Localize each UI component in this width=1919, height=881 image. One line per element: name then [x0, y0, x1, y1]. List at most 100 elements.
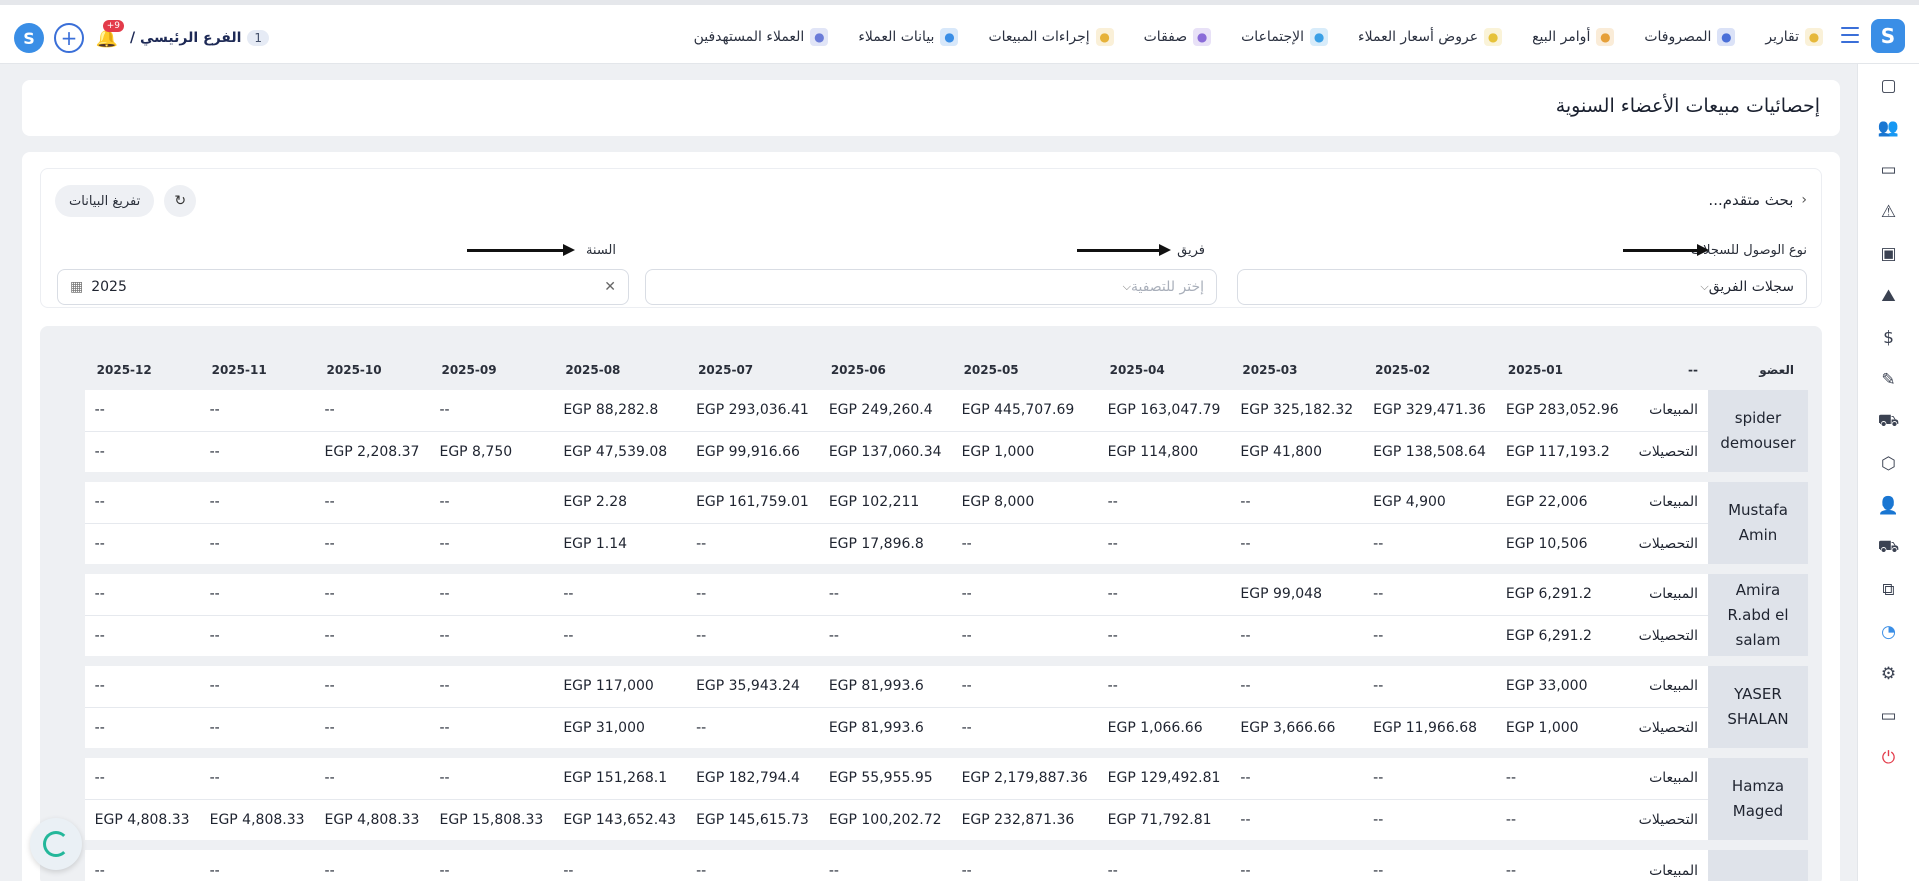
separator-cell: [85, 472, 1808, 482]
nav-item-8[interactable]: ● تقارير: [1765, 28, 1823, 46]
advanced-search-toggle[interactable]: ‹ بحث متقدم...: [1708, 191, 1807, 209]
sidebar-stats-icon[interactable]: ◔: [1877, 620, 1901, 644]
table-row: التحصيلات EGP 6,291.2 -- -- -- -- -- -- -- -- -- --…: [84, 614, 1808, 656]
value-cell: EGP 10,506: [1495, 522, 1629, 564]
sidebar-receipt-icon[interactable]: ⧉: [1877, 578, 1901, 602]
year-picker[interactable]: ▦ 2025 ✕: [57, 269, 629, 305]
value-cell: EGP 4,808.33: [84, 798, 200, 840]
notifications-button[interactable]: 🔔 +9: [94, 20, 124, 51]
value-cell: --: [686, 574, 819, 615]
sidebar-person-icon[interactable]: 👤: [1877, 494, 1901, 518]
table-row: Amira R.abd el salam المبيعات EGP 6,291.2-…: [84, 574, 1808, 656]
row-kind-cell: التحصيلات: [1628, 798, 1708, 840]
nav-item-3[interactable]: ● صفقات: [1144, 28, 1212, 46]
sidebar-pen-icon[interactable]: ✎: [1877, 368, 1901, 392]
clear-icon[interactable]: ✕: [604, 279, 616, 295]
top-navbar: S ● العملاء المستهدفين ● بيانات العملاء ● إجر…: [0, 0, 1919, 64]
sidebar-video-icon[interactable]: ▣: [1877, 242, 1901, 266]
nav-item-5[interactable]: ● عروض أسعار العملاء: [1358, 28, 1503, 46]
row-kind-cell: المبيعات: [1628, 390, 1708, 431]
value-cell: --: [818, 574, 952, 615]
team-label: فريق: [1177, 243, 1205, 258]
unload-data-button[interactable]: تفريغ البيانات: [55, 185, 155, 217]
topbar-tools: S + 🔔 +9 1 الفرع الرئيسي /: [14, 20, 270, 55]
sidebar-cash-icon[interactable]: ▭: [1877, 158, 1901, 182]
nav-item-label: بيانات العملاء: [858, 29, 935, 45]
value-cell: --: [429, 758, 554, 799]
stats-table-container[interactable]: العضو -- 2025-01 2025-02 2025-03 2025-04 202…: [40, 326, 1822, 881]
value-cell: EGP 138,508.64: [1363, 430, 1496, 472]
sidebar-invoice-icon[interactable]: $: [1877, 326, 1901, 350]
month-column-header: 2025-05: [963, 363, 1019, 377]
deals-icon: ●: [1193, 28, 1212, 46]
sidebar-truck-icon[interactable]: ⛟: [1877, 536, 1901, 560]
nav-item-0[interactable]: ● العملاء المستهدفين: [694, 28, 829, 46]
nav-item-6[interactable]: ● أوامر البيع: [1532, 28, 1615, 46]
sidebar-settings-icon[interactable]: ⚙: [1877, 662, 1901, 686]
notifications-badge: +9: [102, 20, 124, 32]
app-logo-icon[interactable]: S: [14, 23, 44, 53]
sidebar-documents-icon[interactable]: ▢: [1877, 74, 1901, 98]
sidebar-mountain-icon[interactable]: ⛰: [1877, 284, 1901, 308]
refresh-button[interactable]: ↻: [164, 185, 197, 217]
brand-logo[interactable]: S: [1871, 19, 1905, 53]
filter-panel: ‹ بحث متقدم... تفريغ البيانات ↻ نوع الوص…: [40, 168, 1822, 308]
sidebar-users-icon[interactable]: 👥: [1877, 116, 1901, 140]
value-cell: EGP 6,291.2: [1495, 614, 1629, 656]
value-cell: --: [1363, 758, 1496, 799]
value-cell: --: [84, 390, 200, 431]
chevron-down-icon: ⌵: [1700, 280, 1709, 293]
branch-selector[interactable]: 1 الفرع الرئيسي /: [130, 30, 270, 46]
row-separator: [85, 840, 1808, 850]
table-row: التحصيلات EGP 10,506 -- -- -- -- EGP 17,896.8-…: [84, 522, 1808, 564]
value-cell: EGP 6,291.2: [1495, 574, 1629, 615]
value-cell: --: [1097, 574, 1231, 615]
table-row: YASER SHALAN المبيعات EGP 33,000 -- -- -- -- EG…: [84, 666, 1808, 748]
member-name-cell: Hamza Maged: [1708, 758, 1808, 840]
nav-item-7[interactable]: ● المصروفات: [1644, 28, 1736, 46]
table-row: التحصيلات EGP 117,193.2 EGP 138,508.64 EGP …: [84, 430, 1808, 472]
refresh-icon: ↻: [174, 193, 187, 209]
table-row: Mustafa Amin المبيعات EGP 22,006 EGP 4,900-…: [84, 482, 1808, 564]
value-cell: --: [1097, 522, 1231, 564]
menu-toggle-icon[interactable]: [1841, 27, 1859, 43]
sidebar-delivery-icon[interactable]: ⛟: [1877, 410, 1901, 434]
value-cell: EGP 1.14: [553, 522, 687, 564]
value-cell: --: [1363, 798, 1496, 840]
value-cell: --: [84, 758, 200, 799]
access-type-select[interactable]: سجلات الفريق ⌵: [1237, 269, 1807, 305]
value-cell: EGP 4,900: [1363, 482, 1496, 523]
sidebar-box-icon[interactable]: ⬡: [1877, 452, 1901, 476]
sidebar: ▢ 👥 ▭ ⚠ ▣ ⛰ $ ✎ ⛟ ⬡ 👤 ⛟ ⧉ ◔ ⚙ ▭ ⏻: [1857, 64, 1919, 881]
value-cell: --: [553, 850, 687, 881]
value-cell: EGP 151,268.1: [553, 758, 687, 799]
month-column-header: 2025-06: [830, 363, 886, 377]
nav-item-4[interactable]: ● الإجتماعات: [1241, 28, 1329, 46]
nav-item-1[interactable]: ● بيانات العملاء: [858, 28, 959, 46]
month-column-header: 2025-12: [96, 363, 152, 377]
member-column-header: العضو: [1759, 363, 1794, 377]
row-kind-cell: المبيعات: [1628, 482, 1708, 523]
page-title: إحصائيات مبيعات الأعضاء السنوية: [1555, 95, 1820, 117]
sidebar-logout-icon[interactable]: ⏻: [1877, 746, 1901, 770]
add-new-button[interactable]: +: [54, 23, 84, 53]
month-column-header: 2025-01: [1507, 363, 1563, 377]
value-cell: EGP 161,759.01: [686, 482, 819, 523]
value-cell: --: [1230, 798, 1364, 840]
month-column-header: 2025-02: [1375, 363, 1431, 377]
value-cell: EGP 35,943.24: [686, 666, 819, 707]
nav-item-2[interactable]: ● إجراءات المبيعات: [988, 28, 1114, 46]
sidebar-warning-icon[interactable]: ⚠: [1877, 200, 1901, 224]
member-name-cell: [1708, 850, 1808, 881]
team-select[interactable]: إختر للتصفية ⌵: [645, 269, 1217, 305]
filter-tools: تفريغ البيانات ↻: [55, 185, 197, 217]
table-row: التحصيلات EGP 1,000 EGP 11,966.68 EGP 3,666…: [84, 706, 1808, 748]
value-cell: EGP 22,006: [1495, 482, 1629, 523]
value-cell: --: [951, 666, 1098, 707]
sidebar-screen-icon[interactable]: ▭: [1877, 704, 1901, 728]
separator-cell: [85, 840, 1808, 850]
value-cell: EGP 1,000: [1495, 706, 1629, 748]
value-cell: EGP 4,808.33: [199, 798, 315, 840]
meetings-icon: ●: [1310, 28, 1329, 46]
value-cell: --: [1097, 850, 1231, 881]
